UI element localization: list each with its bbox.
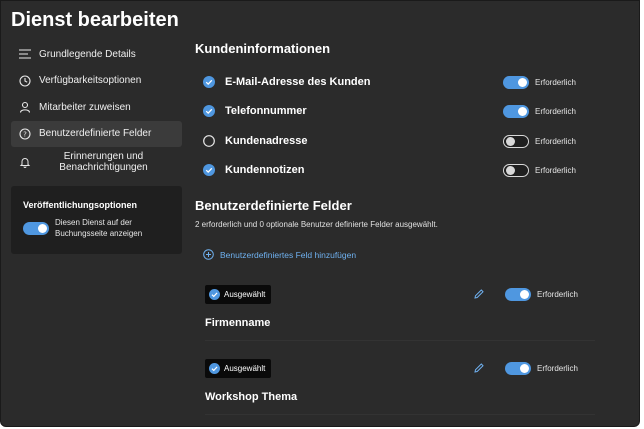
checked-circle-icon[interactable] — [203, 76, 215, 88]
divider — [205, 414, 595, 415]
phone-label: Telefonnummer — [225, 105, 307, 117]
checked-circle-icon[interactable] — [203, 164, 215, 176]
show-on-booking-page-label: Diesen Dienst auf der Buchungsseite anze… — [55, 218, 143, 238]
add-custom-field-link[interactable]: Benutzerdefiniertes Feld hinzufügen — [203, 249, 356, 260]
selected-badge[interactable]: Ausgewählt — [205, 359, 272, 378]
address-label: Kundenadresse — [225, 135, 308, 147]
sidebar-item-label: Verfügbarkeitsoptionen — [39, 75, 142, 87]
list-icon — [17, 46, 33, 62]
question-circle-icon: ? — [17, 126, 33, 142]
checked-circle-icon — [209, 289, 220, 300]
empty-circle-icon[interactable] — [203, 135, 215, 147]
sidebar-item-label: Grundlegende Details — [39, 48, 136, 60]
custom-fields-summary: 2 erforderlich und 0 optionale Benutzer … — [195, 220, 438, 229]
checked-circle-icon[interactable] — [203, 105, 215, 117]
field-required-toggle[interactable] — [505, 362, 531, 375]
bell-icon — [17, 154, 33, 170]
add-custom-field-label: Benutzerdefiniertes Feld hinzufügen — [220, 249, 357, 260]
sidebar-item-label: Benutzerdefinierte Felder — [39, 128, 152, 140]
clock-icon — [17, 73, 33, 89]
selected-badge-label: Ausgewählt — [224, 290, 266, 299]
notes-required-toggle[interactable] — [503, 163, 529, 177]
selected-badge-label: Ausgewählt — [224, 364, 266, 373]
sidebar-item-label: Erinnerungen und Benachrichtigungen — [59, 151, 148, 173]
customer-info-title: Kundeninformationen — [195, 41, 331, 56]
custom-fields-title: Benutzerdefinierte Felder — [195, 198, 352, 213]
custom-field-card: Ausgewählt Erforderlich Firmenname — [205, 281, 595, 341]
edit-service-window: Dienst bearbeiten Grundlegende Details V… — [0, 0, 640, 427]
required-label: Erforderlich — [535, 136, 576, 146]
customer-email-label: E-Mail-Adresse des Kunden — [225, 76, 371, 88]
required-label: Erforderlich — [537, 290, 578, 299]
notes-row: Kundennotizen Erforderlich — [203, 161, 593, 179]
custom-field-name: Firmenname — [205, 317, 271, 329]
sidebar-item-custom-fields[interactable]: ? Benutzerdefinierte Felder — [11, 120, 182, 147]
show-on-booking-page-toggle[interactable] — [23, 221, 49, 235]
publish-options-title: Veröffentlichungsoptionen — [23, 200, 137, 210]
address-row: Kundenadresse Erforderlich — [203, 132, 593, 150]
publish-options-panel: Veröffentlichungsoptionen Diesen Dienst … — [11, 186, 182, 254]
phone-row: Telefonnummer Erforderlich — [203, 102, 593, 120]
sidebar-item-availability[interactable]: Verfügbarkeitsoptionen — [11, 68, 182, 95]
sidebar-item-label: Mitarbeiter zuweisen — [39, 101, 131, 113]
divider — [205, 340, 595, 341]
svg-text:?: ? — [23, 130, 27, 138]
sidebar-item-reminders[interactable]: Erinnerungen und Benachrichtigungen — [11, 147, 182, 177]
add-circle-icon — [203, 249, 214, 260]
notes-label: Kundennotizen — [225, 164, 305, 176]
sidebar-item-assign-staff[interactable]: Mitarbeiter zuweisen — [11, 94, 182, 121]
phone-required-toggle[interactable] — [503, 104, 529, 118]
pencil-icon[interactable] — [473, 288, 485, 300]
pencil-icon[interactable] — [473, 362, 485, 374]
checked-circle-icon — [209, 363, 220, 374]
field-required-toggle[interactable] — [505, 288, 531, 301]
sidebar-nav: Grundlegende Details Verfügbarkeitsoptio… — [11, 41, 182, 177]
custom-field-name: Workshop Thema — [205, 391, 298, 403]
customer-email-required-toggle[interactable] — [503, 75, 529, 89]
address-required-toggle[interactable] — [503, 134, 529, 148]
required-label: Erforderlich — [535, 77, 576, 87]
custom-field-card: Ausgewählt Erforderlich Workshop Thema — [205, 355, 595, 415]
customer-email-row: E-Mail-Adresse des Kunden Erforderlich — [203, 73, 593, 91]
required-label: Erforderlich — [535, 165, 576, 175]
selected-badge[interactable]: Ausgewählt — [205, 285, 272, 304]
person-icon — [17, 99, 33, 115]
sidebar-item-basic-details[interactable]: Grundlegende Details — [11, 41, 182, 68]
page-title: Dienst bearbeiten — [11, 9, 179, 31]
required-label: Erforderlich — [535, 106, 576, 116]
required-label: Erforderlich — [537, 364, 578, 373]
